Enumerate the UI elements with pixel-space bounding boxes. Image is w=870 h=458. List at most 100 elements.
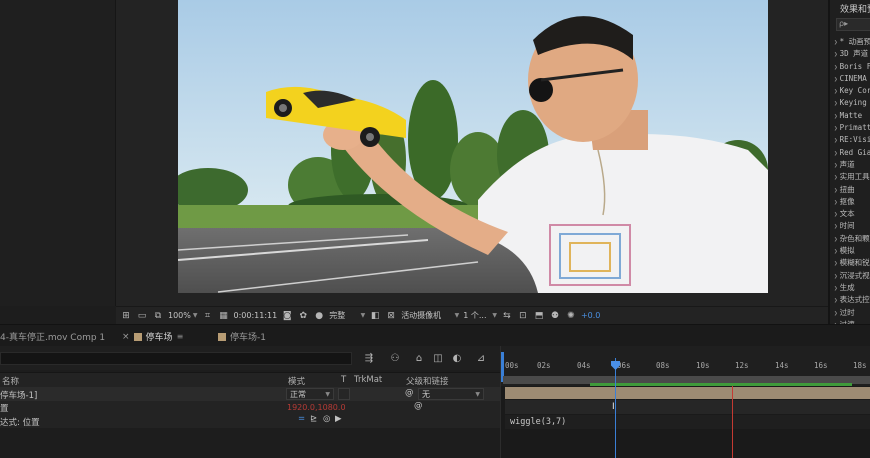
effects-category[interactable]: ❯杂色和颗粒 bbox=[834, 233, 870, 245]
views-dropdown[interactable]: 1 个... ▼ bbox=[463, 310, 497, 321]
color-channel-icon[interactable]: ● bbox=[313, 310, 325, 321]
vr-glasses-icon[interactable]: ⧉ bbox=[152, 310, 164, 321]
expression-language-menu-icon[interactable]: ▶ bbox=[335, 414, 342, 424]
chevron-right-icon: ❯ bbox=[834, 125, 838, 133]
effects-category[interactable]: ❯ Matte bbox=[834, 110, 870, 122]
effects-category[interactable]: ❯RE:Vision bbox=[834, 134, 870, 146]
effects-category[interactable]: ❯ Keying bbox=[834, 97, 870, 109]
draft-3d-icon[interactable]: ⇶ bbox=[363, 352, 375, 364]
tab-parking-1[interactable]: 停车场-1 bbox=[218, 330, 266, 343]
expression-graph-icon[interactable]: ⊵ bbox=[310, 414, 317, 424]
parent-dropdown[interactable]: 无 ▼ bbox=[418, 388, 484, 400]
effects-category[interactable]: ❯ 扭曲 bbox=[834, 184, 870, 196]
effects-panel-title: 效果和预设 bbox=[840, 5, 870, 15]
chevron-right-icon: ❯ bbox=[834, 174, 838, 182]
ruler-tick-label: 16s bbox=[814, 361, 828, 370]
frame-blending-icon[interactable]: ⌂ bbox=[413, 352, 425, 364]
timeline-options-icon[interactable]: ⊿ bbox=[475, 352, 487, 364]
export-frame-icon[interactable]: ⬒ bbox=[533, 310, 545, 321]
layer-name[interactable]: 停车场-1] bbox=[0, 389, 37, 401]
project-panel bbox=[0, 0, 116, 306]
shy-layers-icon[interactable]: ⚇ bbox=[389, 352, 401, 364]
expression-row[interactable]: 达式: 位置 = ⊵ ◎ ▶ bbox=[0, 413, 500, 428]
zoom-dropdown[interactable]: 100% ▼ bbox=[168, 311, 198, 320]
exposure-value[interactable]: +0.0 bbox=[581, 311, 600, 320]
timeline-tracks[interactable]: wiggle(3,7) bbox=[500, 386, 870, 458]
effects-category[interactable]: ❯表达式控制 bbox=[834, 294, 870, 306]
column-parent[interactable]: 父级和链接 bbox=[406, 375, 449, 387]
column-trkmat[interactable]: TrkMat bbox=[354, 375, 382, 385]
effects-category[interactable]: ❯ 实用工具 bbox=[834, 171, 870, 183]
graph-editor-icon[interactable]: ◐ bbox=[451, 352, 463, 364]
viewer-toolbar: ⊞ ▭ ⧉ 100% ▼ ⌗ ▦ 0:00:11:11 ◙ ✿ ● 完整 ▼ ◧ … bbox=[116, 306, 828, 324]
chevron-down-icon: ▼ bbox=[192, 312, 198, 319]
effects-category[interactable]: ❯沉浸式视频 bbox=[834, 270, 870, 282]
effects-category[interactable]: ❯模糊和锐化 bbox=[834, 257, 870, 269]
fast-preview-icon[interactable]: ◧ bbox=[369, 310, 381, 321]
camera-dropdown[interactable]: 活动摄像机 ▼ bbox=[401, 310, 459, 321]
ruler-tick-label: 00s bbox=[505, 361, 519, 370]
marker-line bbox=[732, 386, 733, 458]
effects-category[interactable]: ❯ 时间 bbox=[834, 220, 870, 232]
timeline-controls: ⇶ ⚇ ⌂ ◫ ◐ ⊿ bbox=[0, 346, 500, 370]
playhead-line[interactable] bbox=[615, 358, 616, 458]
composition-flowchart-icon[interactable]: ⊡ bbox=[517, 310, 529, 321]
region-of-interest-icon[interactable]: ⌗ bbox=[202, 310, 214, 321]
effects-category[interactable]: ❯ 生成 bbox=[834, 282, 870, 294]
position-property-row[interactable]: 置 1920.0,1080.0 @ bbox=[0, 401, 500, 414]
layer-duration-bar[interactable] bbox=[505, 387, 870, 399]
toggle-mask-icon[interactable]: ⊠ bbox=[385, 310, 397, 321]
resolution-dropdown[interactable]: 完整 ▼ bbox=[329, 310, 365, 321]
blend-mode-dropdown[interactable]: 正常 ▼ bbox=[286, 388, 334, 400]
ruler-tick-label: 02s bbox=[537, 361, 551, 370]
effects-category[interactable]: ❯Boris FX bbox=[834, 61, 870, 73]
chevron-right-icon: ❯ bbox=[834, 211, 838, 219]
monitor-icon[interactable]: ▭ bbox=[136, 310, 148, 321]
effects-category[interactable]: ❯CINEMA 4D bbox=[834, 73, 870, 85]
transparency-grid-icon[interactable]: ▦ bbox=[218, 310, 230, 321]
enable-expression-icon[interactable]: = bbox=[298, 414, 305, 424]
effects-category[interactable]: ❯Key Corr bbox=[834, 85, 870, 97]
effects-category[interactable]: ❯ 文本 bbox=[834, 208, 870, 220]
chevron-right-icon: ❯ bbox=[834, 272, 838, 280]
chevron-right-icon: ❯ bbox=[834, 112, 838, 120]
tab-comp-1[interactable]: 4-真车停正.mov Comp 1 bbox=[0, 330, 105, 343]
layer-row[interactable]: 停车场-1] 正常 ▼ @ 无 ▼ bbox=[0, 387, 500, 401]
chevron-right-icon: ❯ bbox=[834, 149, 838, 157]
preserve-transparency-box[interactable] bbox=[338, 388, 350, 400]
column-name[interactable]: 名称 bbox=[2, 375, 19, 387]
pick-whip-icon[interactable]: @ bbox=[405, 388, 414, 398]
effects-category[interactable]: ❯Primatte bbox=[834, 122, 870, 134]
chevron-down-icon: ▼ bbox=[443, 312, 460, 319]
effects-category[interactable]: ❯Red Giant bbox=[834, 147, 870, 159]
current-time-display[interactable]: 0:00:11:11 bbox=[234, 311, 278, 320]
channel-icon[interactable]: ⇆ bbox=[501, 310, 513, 321]
close-icon[interactable]: × bbox=[122, 332, 130, 342]
column-mode[interactable]: 模式 bbox=[288, 375, 305, 387]
effects-category[interactable]: ❯* 动画预设 bbox=[834, 36, 870, 48]
chevron-right-icon: ❯ bbox=[834, 284, 838, 292]
effects-category[interactable]: ❯ 抠像 bbox=[834, 196, 870, 208]
effects-search-input[interactable]: ρ▸ bbox=[836, 18, 870, 31]
motion-blur-icon[interactable]: ◫ bbox=[432, 352, 444, 364]
ruler-tick-label: 12s bbox=[735, 361, 749, 370]
effects-category[interactable]: ❯ 声道 bbox=[834, 159, 870, 171]
column-t[interactable]: T bbox=[341, 375, 346, 385]
composition-frame[interactable] bbox=[178, 0, 768, 293]
expression-pick-whip-icon[interactable]: ◎ bbox=[323, 414, 330, 424]
show-snapshot-icon[interactable]: ✿ bbox=[297, 310, 309, 321]
effects-category[interactable]: ❯ 过时 bbox=[834, 307, 870, 319]
menu-icon[interactable]: ≡ bbox=[177, 332, 184, 341]
always-preview-icon[interactable]: ⊞ bbox=[120, 310, 132, 321]
effects-category[interactable]: ❯ 3D 声道 bbox=[834, 48, 870, 60]
tab-parking[interactable]: × 停车场 ≡ bbox=[122, 330, 184, 344]
exposure-icon[interactable]: ✺ bbox=[565, 310, 577, 321]
snapshot-camera-icon[interactable]: ◙ bbox=[281, 310, 293, 321]
time-ruler[interactable]: 00s 02s 04s 06s 08s 10s 12s 14s 16s 18s bbox=[500, 346, 870, 386]
layer-search-input[interactable] bbox=[0, 352, 352, 365]
property-pick-whip-icon[interactable]: @ bbox=[414, 401, 423, 411]
expression-text[interactable]: wiggle(3,7) bbox=[510, 417, 566, 427]
position-value[interactable]: 1920.0,1080.0 bbox=[287, 403, 346, 412]
effects-category[interactable]: ❯ 模拟 bbox=[834, 245, 870, 257]
flowchart-icon[interactable]: ⚉ bbox=[549, 310, 561, 321]
